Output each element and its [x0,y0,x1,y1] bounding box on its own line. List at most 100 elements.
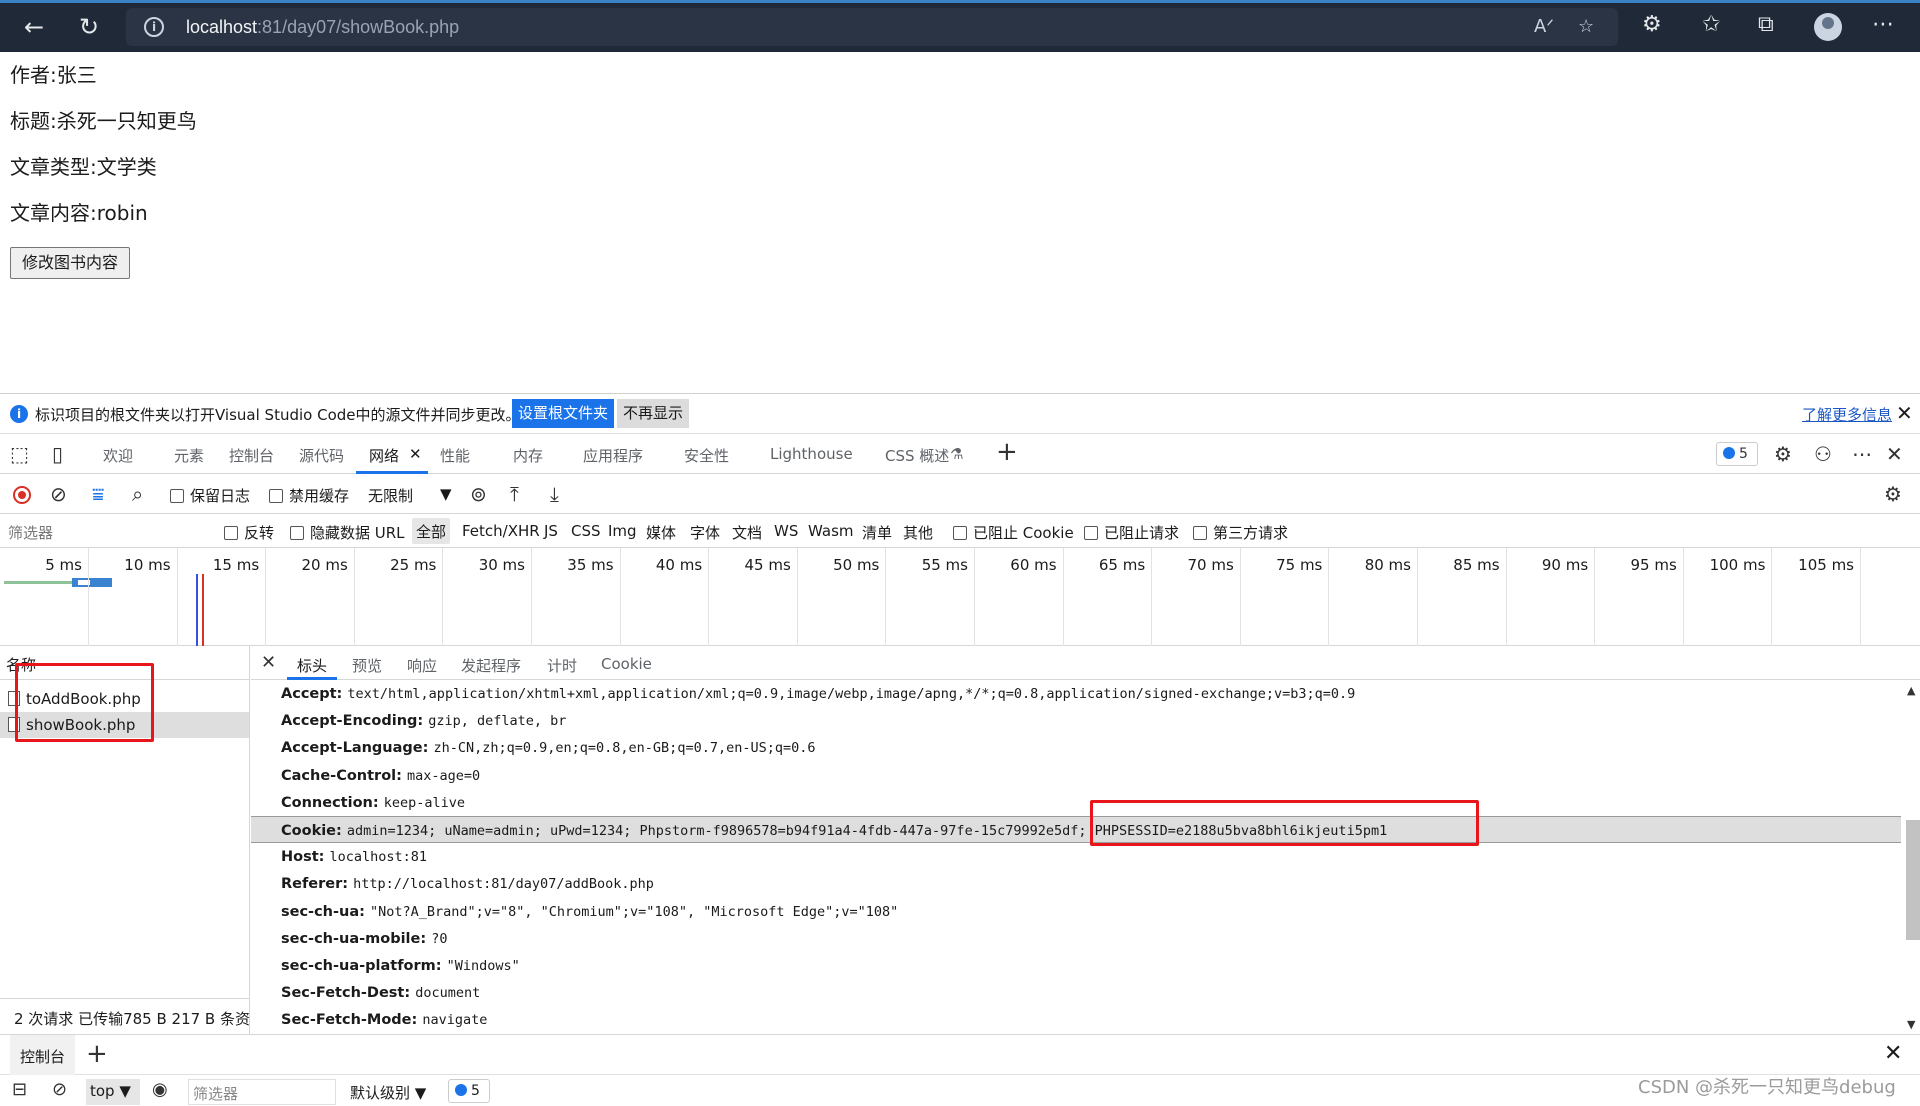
header-row[interactable]: sec-ch-ua: "Not?A_Brand";v="8", "Chromiu… [251,898,1901,925]
scroll-down-icon[interactable]: ▼ [1907,1018,1915,1031]
header-value[interactable]: text/html,application/xhtml+xml,applicat… [347,686,1355,702]
tab-memory[interactable]: 内存 [513,445,543,466]
learn-more-link[interactable]: 了解更多信息 [1802,404,1892,425]
tab-headers[interactable]: 标头 [297,655,327,676]
blocked-cookies-checkbox[interactable]: 已阻止 Cookie [953,522,1074,543]
scrollbar[interactable]: ▲ ▼ [1904,680,1920,1034]
filter-type-img[interactable]: Img [608,522,637,540]
header-row[interactable]: Cookie: admin=1234; uName=admin; uPwd=12… [251,816,1901,843]
log-level-select[interactable]: 默认级别 ▼ [350,1082,426,1103]
more-menu-icon[interactable]: ⋯ [1872,12,1894,37]
inspect-element-icon[interactable]: ⬚ [10,442,29,466]
export-har-icon[interactable]: ⤓ [550,482,559,506]
dont-show-again-button[interactable]: 不再显示 [617,399,690,428]
header-value[interactable]: max-age=0 [407,768,480,784]
header-row[interactable]: Host: localhost:81 [251,843,1901,870]
more-tabs-plus-icon[interactable]: + [996,437,1018,467]
third-party-checkbox[interactable]: 第三方请求 [1193,522,1288,543]
close-network-tab-icon[interactable]: ✕ [409,445,422,463]
header-row[interactable]: Sec-Fetch-Dest: document [251,979,1901,1006]
tab-initiator[interactable]: 发起程序 [461,655,521,676]
filter-type-all[interactable]: 全部 [412,518,451,544]
clear-icon[interactable]: ⊘ [50,482,67,506]
tab-preview[interactable]: 预览 [352,655,382,676]
tab-lighthouse[interactable]: Lighthouse [770,445,853,463]
clear-console-icon[interactable]: ⊘ [52,1079,67,1100]
filter-type-doc[interactable]: 文档 [732,522,762,543]
add-drawer-tab-icon[interactable]: + [86,1039,108,1069]
disable-cache-checkbox[interactable]: 禁用缓存 [269,485,349,506]
tab-network[interactable]: 网络 [369,445,399,466]
filter-type-manifest[interactable]: 清单 [862,522,892,543]
close-devtools-icon[interactable]: ✕ [1886,442,1903,466]
header-value[interactable]: keep-alive [384,795,465,811]
tab-performance[interactable]: 性能 [440,445,470,466]
header-row[interactable]: Accept: text/html,application/xhtml+xml,… [251,680,1901,707]
filter-type-wasm[interactable]: Wasm [808,522,854,540]
filter-input[interactable]: 筛选器 [0,514,212,547]
header-value[interactable]: "Not?A_Brand";v="8", "Chromium";v="108",… [370,904,898,920]
sidebar-toggle-icon[interactable]: ⊟ [12,1079,27,1100]
drawer-tab-console[interactable]: 控制台 [10,1035,76,1075]
header-row[interactable]: Accept-Language: zh-CN,zh;q=0.9,en;q=0.8… [251,734,1901,761]
edit-book-button[interactable]: 修改图书内容 [10,247,130,279]
network-conditions-icon[interactable]: ⊚ [470,482,487,506]
filter-type-media[interactable]: 媒体 [646,522,676,543]
header-row[interactable]: Referer: http://localhost:81/day07/addBo… [251,870,1901,897]
extensions-icon[interactable]: ⚙ [1642,12,1662,37]
site-info-icon[interactable]: i [144,17,164,37]
blocked-requests-checkbox[interactable]: 已阻止请求 [1084,522,1179,543]
record-icon[interactable] [13,486,31,504]
close-infobar-icon[interactable]: ✕ [1896,401,1913,425]
context-select[interactable]: top ▼ [86,1079,140,1105]
issues-badge[interactable]: 5 [1716,442,1758,466]
close-details-icon[interactable]: ✕ [261,652,276,673]
header-row[interactable]: Sec-Fetch-Mode: navigate [251,1006,1901,1033]
header-value[interactable]: http://localhost:81/day07/addBook.php [353,876,654,892]
scrollbar-thumb[interactable] [1906,820,1920,940]
header-value[interactable]: localhost:81 [330,849,428,865]
header-value[interactable]: ?0 [431,931,447,947]
header-row[interactable]: Accept-Encoding: gzip, deflate, br [251,707,1901,734]
invert-checkbox[interactable]: 反转 [224,522,274,543]
tab-welcome[interactable]: 欢迎 [103,445,133,466]
read-aloud-icon[interactable]: Aᐟ [1534,16,1554,37]
tab-css-overview[interactable]: CSS 概述 [885,445,949,466]
url-text[interactable]: localhost:81/day07/showBook.php [186,17,459,38]
hide-data-urls-checkbox[interactable]: 隐藏数据 URL [290,522,405,543]
back-icon[interactable]: ← [15,8,53,46]
settings-gear-icon[interactable]: ⚙ [1774,442,1792,466]
more-options-icon[interactable]: ⋯ [1852,442,1872,466]
add-favorite-icon[interactable]: ☆ [1578,16,1594,37]
import-har-icon[interactable]: ⤒ [510,482,519,506]
header-row[interactable]: sec-ch-ua-platform: "Windows" [251,952,1901,979]
chevron-down-icon[interactable]: ▼ [440,485,452,503]
header-value[interactable]: document [415,985,480,1001]
collections-icon[interactable]: ⧉ [1758,12,1774,37]
customize-icon[interactable]: ⚇ [1814,442,1832,466]
tab-console[interactable]: 控制台 [229,445,274,466]
close-drawer-icon[interactable]: ✕ [1884,1041,1902,1066]
live-expression-eye-icon[interactable]: ◉ [152,1079,168,1100]
preserve-log-checkbox[interactable]: 保留日志 [170,485,250,506]
header-value[interactable]: zh-CN,zh;q=0.9,en;q=0.8,en-GB;q=0.7,en-U… [433,740,815,756]
search-icon[interactable]: ⌕ [132,482,143,506]
tab-response[interactable]: 响应 [407,655,437,676]
tab-application[interactable]: 应用程序 [583,445,643,466]
filter-type-font[interactable]: 字体 [690,522,720,543]
network-overview-timeline[interactable]: 5 ms 10 ms 15 ms 20 ms 25 ms 30 ms 35 ms 40 ms 4… [0,548,1920,646]
scroll-up-icon[interactable]: ▲ [1907,684,1915,697]
console-filter-input[interactable]: 筛选器 [188,1079,336,1105]
throttling-select[interactable]: 无限制 [368,485,413,506]
address-bar[interactable]: i localhost:81/day07/showBook.php Aᐟ ☆ [126,8,1618,46]
tab-sources[interactable]: 源代码 [299,445,344,466]
tab-elements[interactable]: 元素 [174,445,204,466]
filter-type-css[interactable]: CSS [571,522,601,540]
console-issues-badge[interactable]: 5 [448,1079,490,1103]
network-settings-icon[interactable]: ⚙ [1884,482,1902,506]
filter-type-other[interactable]: 其他 [903,522,933,543]
tab-timing[interactable]: 计时 [547,655,577,676]
header-value[interactable]: gzip, deflate, br [428,713,566,729]
filter-type-ws[interactable]: WS [774,522,798,540]
favorites-icon[interactable]: ✩ [1702,12,1720,37]
